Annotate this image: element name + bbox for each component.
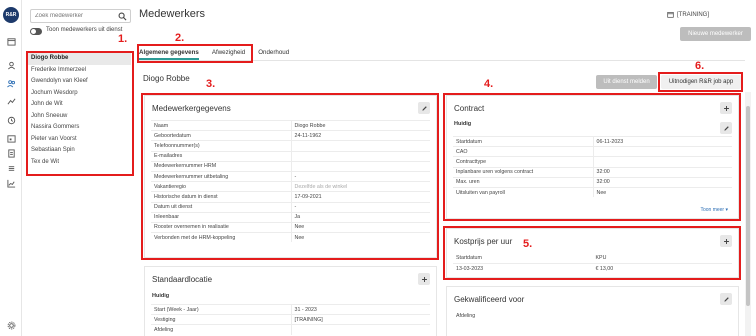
table-row: Afdeling — [453, 311, 732, 321]
qualified-for-card: Gekwalificeerd voor Afdeling — [446, 286, 739, 336]
annotation-label-1: 1. — [118, 33, 128, 45]
show-out-of-service-row: Toon medewerkers uit dienst — [30, 27, 130, 35]
icon-rail: R&R — [0, 0, 22, 336]
app-logo[interactable]: R&R — [3, 7, 19, 23]
annotation-label-6: 6. — [695, 60, 705, 72]
annotation-label-3: 3. — [206, 78, 216, 90]
annotation-box-1 — [26, 51, 134, 176]
qualified-table: Afdeling — [453, 311, 732, 321]
annotation-label-2: 2. — [175, 32, 185, 44]
show-out-of-service-toggle[interactable] — [30, 28, 42, 35]
calendar-icon — [667, 12, 674, 18]
table-row: Afdeling — [151, 324, 431, 335]
calendar-icon[interactable] — [6, 36, 16, 46]
row-value: [TRAINING] — [290, 315, 431, 325]
row-value — [290, 325, 431, 335]
page-title: Medewerkers — [139, 8, 206, 20]
settings-icon[interactable] — [6, 320, 16, 330]
row-value — [593, 311, 733, 321]
clock-icon[interactable] — [6, 115, 16, 125]
chart-icon[interactable] — [6, 178, 16, 188]
table-row: Start (Week - Jaar) 31 - 2023 — [151, 304, 431, 315]
trend-icon[interactable] — [6, 96, 16, 106]
annotation-box-2 — [137, 44, 253, 63]
row-key: Afdeling — [154, 326, 174, 333]
environment-indicator: [TRAINING] — [667, 11, 709, 18]
add-button[interactable] — [418, 273, 430, 285]
annotation-label-5: 5. — [523, 238, 533, 250]
user-icon[interactable] — [6, 60, 16, 70]
new-employee-button[interactable]: Nieuwe medewerker — [680, 27, 751, 41]
pencil-icon — [723, 296, 729, 302]
toggle-label: Toon medewerkers uit dienst — [46, 27, 123, 33]
employee-name-heading: Diogo Robbe — [143, 74, 190, 83]
search-input[interactable] — [31, 10, 117, 22]
employee-search[interactable] — [30, 9, 131, 23]
standard-location-card: Standaardlocatie Huidig Start (Week - Ja… — [144, 266, 437, 336]
scrollbar-thumb[interactable] — [746, 106, 750, 306]
table-row: Vestiging [TRAINING] — [151, 314, 431, 325]
edit-qualified-button[interactable] — [720, 293, 732, 305]
search-icon[interactable] — [118, 12, 127, 21]
annotation-box-3 — [141, 93, 439, 260]
list-icon[interactable] — [6, 163, 16, 173]
annotation-label-4: 4. — [484, 78, 494, 90]
schedule-icon[interactable] — [6, 133, 16, 143]
team-icon[interactable] — [6, 78, 16, 88]
report-icon[interactable] — [6, 148, 16, 158]
annotation-box-6 — [658, 72, 743, 92]
current-label: Huidig — [152, 293, 170, 299]
card-title: Standaardlocatie — [152, 275, 213, 284]
row-key: Afdeling — [456, 313, 476, 320]
annotation-box-5 — [443, 226, 741, 280]
card-title: Gekwalificeerd voor — [454, 295, 525, 304]
row-key: Start (Week - Jaar) — [154, 306, 199, 313]
plus-icon — [421, 276, 427, 282]
page-scrollbar[interactable] — [745, 92, 751, 336]
location-table: Start (Week - Jaar) 31 - 2023 Vestiging [T… — [151, 304, 430, 335]
environment-label: [TRAINING] — [677, 11, 710, 18]
row-value: 31 - 2023 — [290, 305, 431, 315]
row-key: Vestiging — [154, 316, 176, 323]
out-of-service-button[interactable]: Uit dienst melden — [596, 75, 657, 89]
tab-maintenance[interactable]: Onderhoud — [258, 47, 289, 60]
annotation-box-4 — [443, 93, 741, 221]
